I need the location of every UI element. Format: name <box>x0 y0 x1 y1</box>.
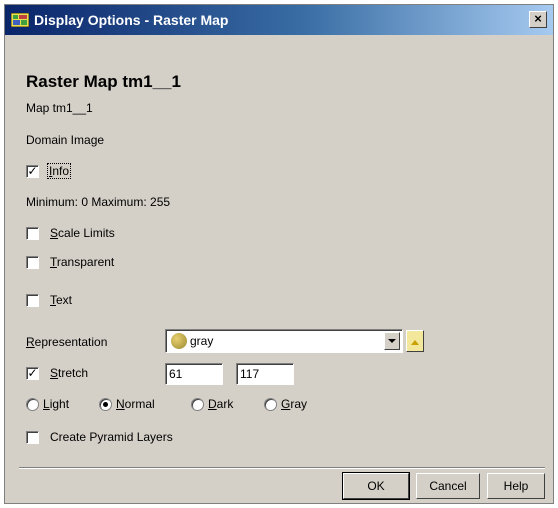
info-checkbox[interactable]: ✓ <box>26 165 39 178</box>
radio-gray[interactable] <box>264 398 277 411</box>
pyramid-label[interactable]: Create Pyramid Layers <box>50 430 173 444</box>
map-name: Map tm1__1 <box>26 101 93 115</box>
map-title: Raster Map tm1__1 <box>26 72 181 91</box>
window-title: Display Options - Raster Map <box>34 12 229 28</box>
pyramid-checkbox[interactable] <box>26 431 39 444</box>
chevron-down-icon[interactable] <box>384 332 400 350</box>
representation-value: gray <box>190 334 214 348</box>
stretch-min-input[interactable]: 61 <box>165 363 223 385</box>
info-label[interactable]: Info <box>46 163 72 179</box>
close-icon: × <box>534 11 542 26</box>
check-icon: ✓ <box>27 366 38 380</box>
scale-limits-label[interactable]: Scale Limits <box>50 226 115 240</box>
check-icon: ✓ <box>27 164 38 178</box>
close-button[interactable]: × <box>529 11 547 28</box>
radio-dark[interactable] <box>191 398 204 411</box>
stretch-max-input[interactable]: 117 <box>236 363 294 385</box>
display-options-dialog: Display Options - Raster Map × Raster Ma… <box>4 4 554 504</box>
text-label[interactable]: Text <box>50 293 72 307</box>
radio-dark-label[interactable]: Dark <box>208 397 233 411</box>
help-button[interactable]: Help <box>487 473 545 499</box>
edit-representation-button[interactable] <box>406 330 424 352</box>
transparent-checkbox[interactable] <box>26 256 39 269</box>
radio-normal[interactable] <box>99 398 112 411</box>
text-checkbox[interactable] <box>26 294 39 307</box>
radio-selected-dot <box>103 402 108 407</box>
radio-gray-label[interactable]: Gray <box>281 397 307 411</box>
cancel-button[interactable]: Cancel <box>416 473 480 499</box>
transparent-label[interactable]: Transparent <box>50 255 114 269</box>
stretch-checkbox[interactable]: ✓ <box>26 367 39 380</box>
palette-icon <box>171 333 187 349</box>
domain-label: Domain Image <box>26 133 105 147</box>
ok-button[interactable]: OK <box>342 472 410 500</box>
radio-light-label[interactable]: Light <box>43 397 69 411</box>
representation-label: Representation <box>26 335 108 349</box>
radio-light[interactable] <box>26 398 39 411</box>
map-icon <box>11 13 29 27</box>
representation-select[interactable]: gray <box>165 329 403 353</box>
scale-limits-checkbox[interactable] <box>26 227 39 240</box>
radio-normal-label[interactable]: Normal <box>116 397 155 411</box>
stretch-label[interactable]: Stretch <box>50 366 88 380</box>
separator <box>19 467 545 469</box>
min-max-text: Minimum: 0 Maximum: 255 <box>26 195 171 209</box>
title-bar[interactable]: Display Options - Raster Map × <box>5 5 553 35</box>
